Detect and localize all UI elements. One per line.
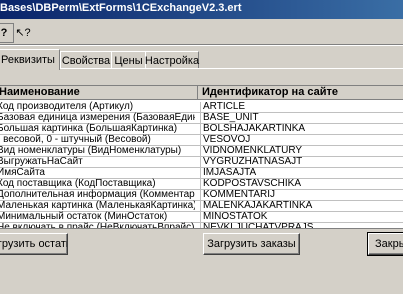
toolbar-divider xyxy=(0,44,403,46)
toolbar: ? ↖? xyxy=(0,21,403,43)
window-title: Bases\DBPerm\ExtForms\1CExchangeV2.3.ert xyxy=(0,2,242,14)
context-help-icon[interactable]: ↖? xyxy=(14,23,32,41)
cell-site-id: KODPOSTAVSCHIKA xyxy=(203,178,301,189)
cell-name: Дополнительная информация (Комментарий) xyxy=(0,189,195,200)
cell-site-id: VIDNOMENKLATURY xyxy=(203,145,303,156)
cell-site-id: NEVKLJUCHATVPRAJS xyxy=(203,222,314,229)
column-divider xyxy=(200,223,201,228)
close-label: Закрыть xyxy=(375,238,403,250)
cell-name: Маленькая картинка (МаленькаяКартинка) xyxy=(0,200,195,211)
tab-label: Свойства xyxy=(61,54,111,67)
tab-nastroika[interactable]: Настройка xyxy=(145,51,199,69)
cell-name: Вид номенклатуры (ВидНоменклатуры) xyxy=(0,145,182,156)
tab-rekvizity[interactable]: Реквизиты xyxy=(0,49,60,70)
cell-name: - весовой, 0 - штучный (Весовой) xyxy=(0,134,151,145)
load-orders-button[interactable]: Загрузить заказы xyxy=(203,233,300,255)
close-button[interactable]: Закрыть xyxy=(367,232,403,256)
context-help-glyph: ↖? xyxy=(15,26,31,39)
cell-name: Минимальный остаток (МинОстаток) xyxy=(0,211,168,222)
title-bar: Bases\DBPerm\ExtForms\1CExchangeV2.3.ert xyxy=(0,0,403,19)
help-icon[interactable]: ? xyxy=(0,23,14,43)
cell-name: Базовая единица измерения (БазоваяЕдиниц… xyxy=(0,112,195,123)
tab-label: Реквизиты xyxy=(1,54,55,66)
tab-ceny[interactable]: Цены xyxy=(111,51,146,69)
load-stock-button[interactable]: Загрузить остатки xyxy=(0,233,68,255)
cell-site-id: BASE_UNIT xyxy=(203,112,259,123)
help-icon-glyph: ? xyxy=(0,27,8,39)
cell-name: Код поставщика (КодПоставщика) xyxy=(0,178,156,189)
load-stock-label: Загрузить остатки xyxy=(0,238,67,250)
cell-site-id: BOLSHAJAKARTINKA xyxy=(203,123,306,134)
cell-name: Не включать в прайс (НеВключатьВпрайс) xyxy=(0,222,195,229)
cell-name: ВыгружатьНаСайт xyxy=(0,156,83,167)
cell-site-id: MINOSTATOK xyxy=(203,211,268,222)
cell-site-id: MALENKAJAKARTINKA xyxy=(203,200,313,211)
table-row[interactable]: Не включать в прайс (НеВключатьВпрайс) NE… xyxy=(0,222,403,229)
column-header-name[interactable]: Наименование xyxy=(0,86,198,99)
cell-site-id: IMJASAJTA xyxy=(203,167,257,178)
cell-name: Большая картинка (БольшаяКартинка) xyxy=(0,123,178,134)
cell-site-id: KOMMENTARIJ xyxy=(203,189,276,200)
tab-label: Цены xyxy=(114,54,143,67)
cell-name: ИмяСайта xyxy=(0,167,45,178)
load-orders-label: Загрузить заказы xyxy=(207,238,296,250)
attributes-table[interactable]: Наименование Идентификатор на сайте Код … xyxy=(0,85,403,229)
tab-svoistva[interactable]: Свойства xyxy=(60,51,112,69)
cell-name: Код производителя (Артикул) xyxy=(0,101,134,112)
cell-site-id: VESOVOJ xyxy=(203,134,251,145)
tab-label: Настройка xyxy=(144,54,200,67)
column-header-site-id[interactable]: Идентификатор на сайте xyxy=(202,86,402,99)
cell-site-id: VYGRUZHATNASAJT xyxy=(203,156,303,167)
table-header: Наименование Идентификатор на сайте xyxy=(0,86,403,100)
cell-site-id: ARTICLE xyxy=(203,101,246,112)
status-area xyxy=(0,260,403,294)
